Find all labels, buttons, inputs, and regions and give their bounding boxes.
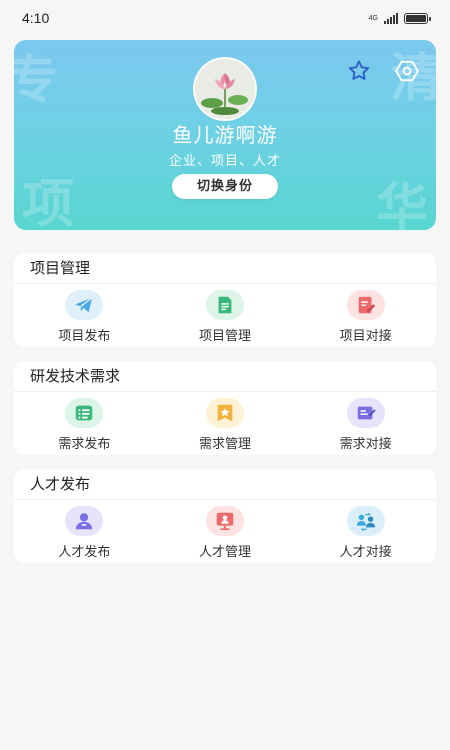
signal-icon: [384, 12, 398, 24]
paper-plane-icon: [65, 290, 104, 320]
settings-gear-icon[interactable]: [394, 58, 420, 84]
list-icon: [65, 398, 104, 428]
network-type-label: 4G: [368, 14, 378, 22]
switch-identity-button[interactable]: 切换身份: [172, 174, 278, 199]
project-dock-button[interactable]: 项目对接: [295, 284, 436, 347]
profile-roles: 企业、项目、人才: [168, 154, 281, 169]
section-title: 项目管理: [14, 253, 436, 284]
profile-username: 鱼儿游啊游: [172, 123, 278, 147]
monitor-user-icon: [206, 506, 244, 536]
item-label: 项目发布: [58, 329, 111, 344]
talent-publish-button[interactable]: 人才发布: [14, 500, 155, 563]
section-talent-publish: 人才发布 人才发布 人才管理 人才对接: [14, 469, 436, 563]
talent-manage-button[interactable]: 人才管理: [155, 500, 296, 563]
battery-icon: [404, 12, 431, 24]
talent-dock-button[interactable]: 人才对接: [295, 500, 436, 563]
item-label: 人才发布: [58, 545, 111, 560]
project-manage-button[interactable]: 项目管理: [155, 284, 296, 347]
section-title: 研发技术需求: [14, 361, 436, 392]
project-publish-button[interactable]: 项目发布: [14, 284, 155, 347]
item-label: 人才管理: [199, 545, 252, 560]
status-bar: 4:10 4G: [0, 0, 450, 36]
star-card-icon: [206, 398, 244, 428]
item-label: 需求发布: [58, 437, 111, 452]
item-label: 需求对接: [339, 437, 392, 452]
watermark-char: 项: [22, 174, 75, 230]
avatar[interactable]: [193, 57, 257, 121]
section-project-management: 项目管理 项目发布 项目管理 项目对接: [14, 253, 436, 347]
document-list-icon: [206, 290, 244, 320]
edit-document-icon: [346, 290, 385, 320]
item-label: 人才对接: [339, 545, 392, 560]
favorite-star-icon[interactable]: [346, 58, 372, 84]
user-icon: [65, 506, 104, 536]
people-exchange-icon: [346, 506, 385, 536]
watermark-char: 专: [14, 50, 59, 111]
status-icons: 4G: [368, 12, 431, 24]
edit-card-icon: [346, 398, 385, 428]
demand-dock-button[interactable]: 需求对接: [295, 392, 436, 455]
watermark-char: 华: [375, 178, 428, 230]
section-title: 人才发布: [14, 469, 436, 500]
item-label: 项目管理: [199, 329, 252, 344]
demand-publish-button[interactable]: 需求发布: [14, 392, 155, 455]
status-time: 4:10: [22, 10, 50, 26]
item-label: 需求管理: [199, 437, 252, 452]
section-rd-tech-demand: 研发技术需求 需求发布 需求管理 需求对接: [14, 361, 436, 455]
demand-manage-button[interactable]: 需求管理: [155, 392, 296, 455]
item-label: 项目对接: [339, 329, 392, 344]
profile-card: 专 项 清 华 鱼儿游啊游 企业、项目、人才 切换身份: [14, 40, 436, 230]
